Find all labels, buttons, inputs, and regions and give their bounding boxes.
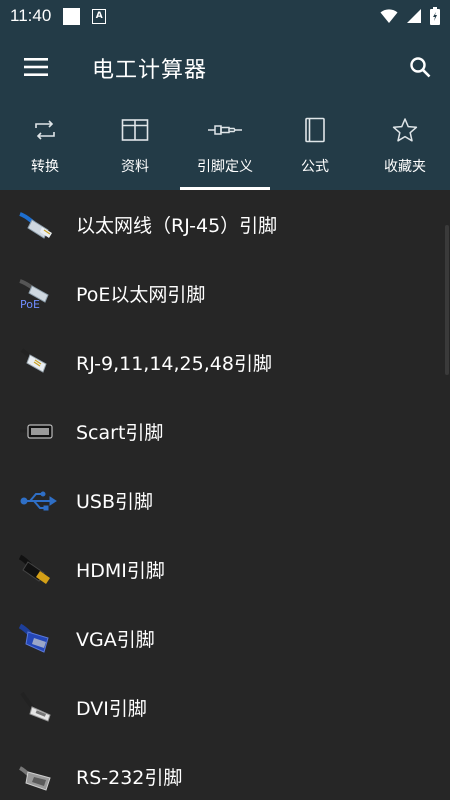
list-item-vga[interactable]: VGA引脚: [0, 604, 450, 673]
hdmi-plug-icon: [16, 548, 60, 592]
menu-icon[interactable]: [14, 45, 58, 89]
tab-label: 收藏夹: [384, 159, 426, 175]
ethernet-cable-icon: [16, 203, 60, 247]
vga-plug-icon: [16, 617, 60, 661]
rs232-plug-icon: [16, 755, 60, 799]
item-label: RS-232引脚: [76, 767, 183, 789]
list-item-rj[interactable]: RJ-9,11,14,25,48引脚: [0, 328, 450, 397]
battery-icon: [430, 7, 440, 25]
item-label: RJ-9,11,14,25,48引脚: [76, 353, 272, 375]
list-item-rs232[interactable]: RS-232引脚: [0, 742, 450, 800]
poe-cable-icon: PoE: [16, 272, 60, 316]
tab-label: 转换: [31, 159, 59, 175]
list-item-usb[interactable]: USB引脚: [0, 466, 450, 535]
convert-icon: [32, 116, 58, 144]
item-label: 以太网线（RJ-45）引脚: [76, 215, 278, 237]
tab-pinouts[interactable]: 引脚定义: [180, 102, 270, 190]
item-label: USB引脚: [76, 491, 154, 513]
list-item-ethernet[interactable]: 以太网线（RJ-45）引脚: [0, 190, 450, 259]
item-label: DVI引脚: [76, 698, 147, 720]
tab-label: 资料: [121, 159, 149, 175]
list-item-scart[interactable]: Scart引脚: [0, 397, 450, 466]
tab-reference[interactable]: 资料: [90, 102, 180, 190]
item-label: HDMI引脚: [76, 560, 165, 582]
book-icon: [304, 116, 326, 144]
scrollbar[interactable]: [445, 225, 449, 375]
list-item-dvi[interactable]: DVI引脚: [0, 673, 450, 742]
table-icon: [121, 116, 149, 144]
tab-formulas[interactable]: 公式: [270, 102, 360, 190]
tab-label: 公式: [301, 159, 329, 175]
wifi-icon: [380, 9, 398, 23]
connector-icon: [208, 116, 242, 144]
app-title: 电工计算器: [92, 58, 208, 83]
star-icon: [392, 116, 418, 144]
search-icon[interactable]: [398, 45, 442, 89]
list-item-poe[interactable]: PoE PoE以太网引脚: [0, 259, 450, 328]
pinout-list: 以太网线（RJ-45）引脚 PoE PoE以太网引脚 RJ-9,11,14,25…: [0, 190, 450, 800]
scart-plug-icon: [16, 410, 60, 454]
rj-phone-plug-icon: [16, 341, 60, 385]
notification-icon: [63, 7, 81, 25]
dvi-plug-icon: [16, 686, 60, 730]
app-bar: 电工计算器: [0, 32, 450, 102]
item-label: VGA引脚: [76, 629, 155, 651]
tab-favorites[interactable]: 收藏夹: [360, 102, 450, 190]
svg-text:PoE: PoE: [20, 298, 40, 311]
item-label: PoE以太网引脚: [76, 284, 206, 306]
status-bar: 11:40 A: [0, 0, 450, 32]
signal-icon: [407, 9, 421, 23]
item-label: Scart引脚: [76, 422, 164, 444]
usb-icon: [16, 479, 60, 523]
tab-label: 引脚定义: [197, 159, 253, 175]
list-item-hdmi[interactable]: HDMI引脚: [0, 535, 450, 604]
tab-convert[interactable]: 转换: [0, 102, 90, 190]
status-time: 11:40: [10, 6, 52, 25]
notification-a-icon: A: [92, 8, 107, 24]
tab-bar: 转换 资料 引脚定义 公式 收藏夹: [0, 102, 450, 190]
